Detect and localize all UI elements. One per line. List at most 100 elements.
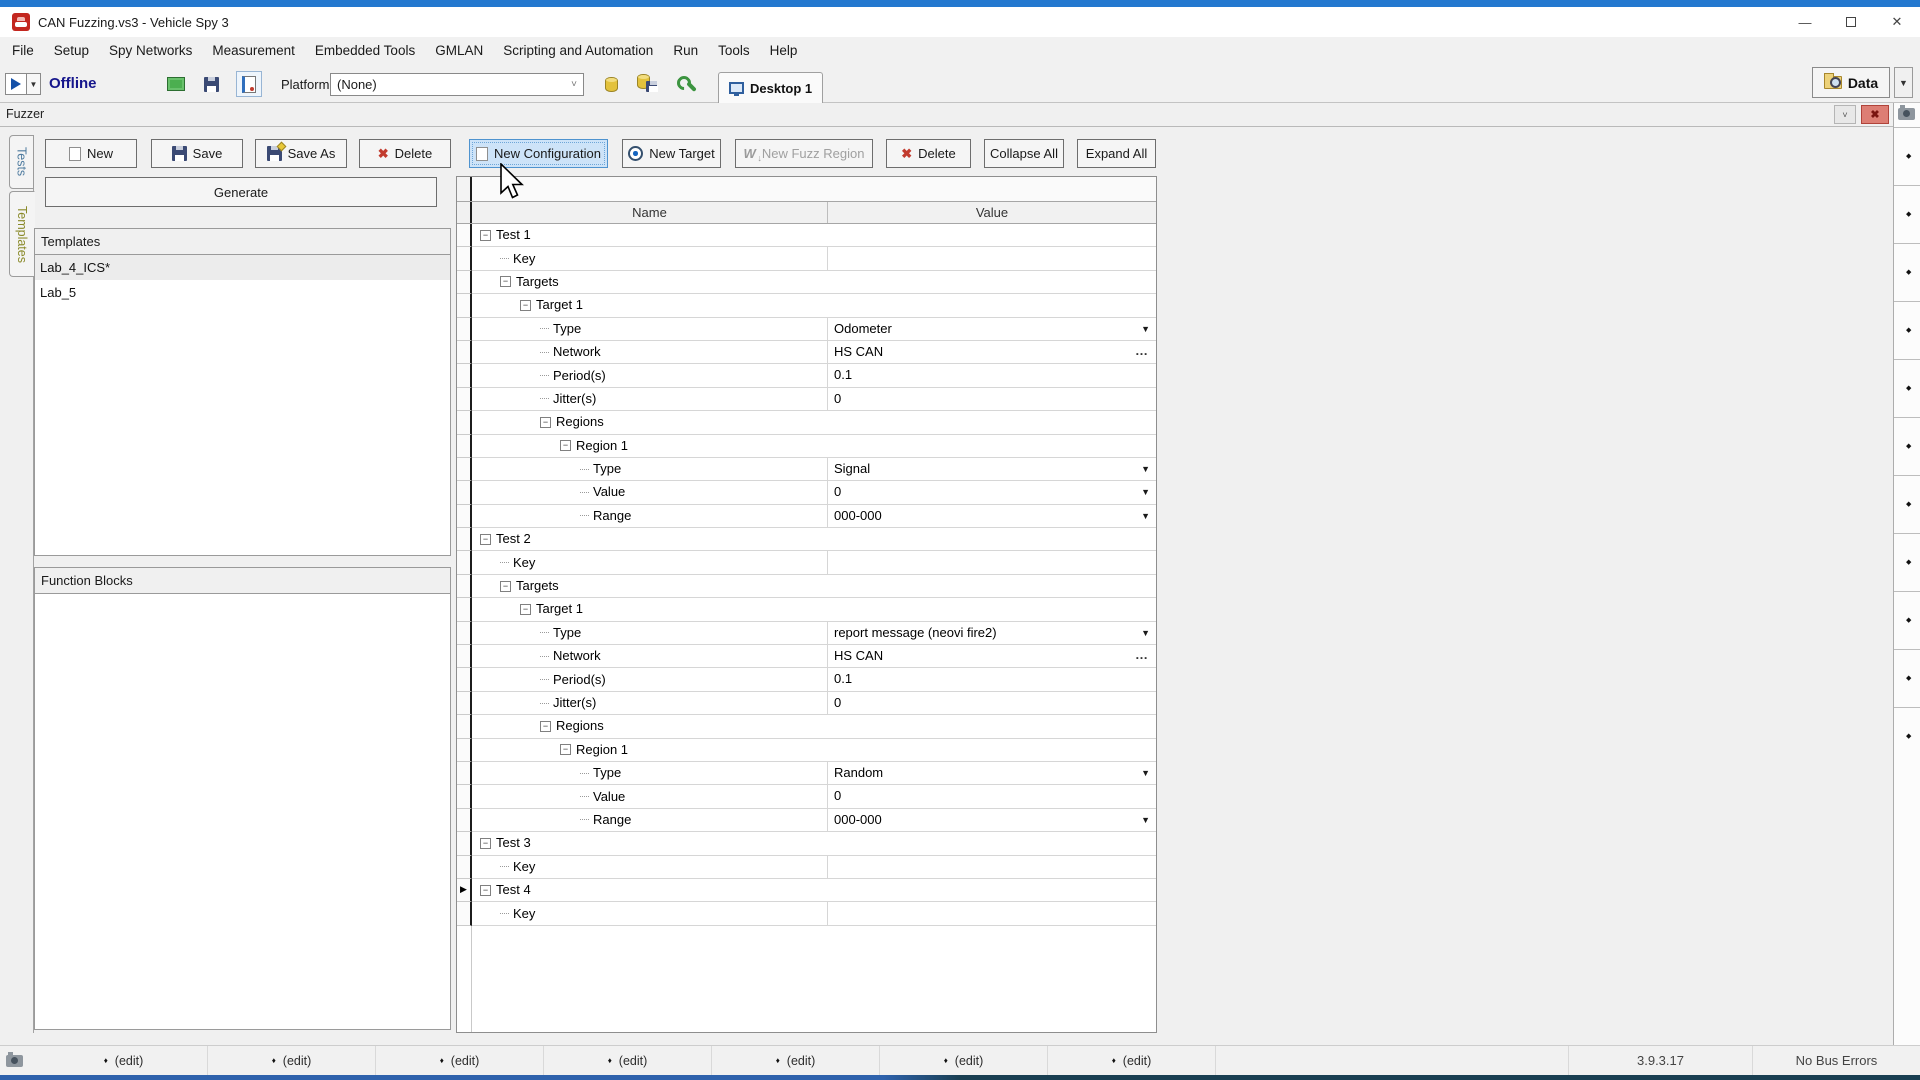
tree-name-cell[interactable]: Period(s) — [472, 668, 828, 691]
dock-strip-cell[interactable]: ◆ — [1894, 533, 1920, 591]
tree-row[interactable]: −Test 3 — [457, 832, 1156, 855]
tree-name-cell[interactable]: −Regions — [472, 715, 829, 738]
dropdown-arrow-icon[interactable]: ▼ — [1141, 458, 1150, 481]
database-save-button[interactable] — [634, 70, 660, 96]
tree-name-cell[interactable]: Type — [472, 318, 828, 341]
new-template-button[interactable]: New — [45, 139, 137, 168]
tree-row[interactable]: Jitter(s)0 — [457, 692, 1156, 715]
menu-item-run[interactable]: Run — [663, 37, 708, 64]
tree-value-cell[interactable]: 0 — [828, 388, 1156, 411]
save-as-template-button[interactable]: Save As — [255, 139, 347, 168]
tree-row[interactable]: Typereport message (neovi fire2)▼ — [457, 622, 1156, 645]
dropdown-arrow-icon[interactable]: ▼ — [1141, 481, 1150, 504]
tree-value-cell[interactable]: HS CAN… — [828, 645, 1156, 668]
tree-name-cell[interactable]: Jitter(s) — [472, 388, 828, 411]
tree-name-cell[interactable]: −Target 1 — [472, 598, 829, 621]
dock-strip-cell[interactable]: ◆ — [1894, 417, 1920, 475]
tree-name-cell[interactable]: Period(s) — [472, 364, 828, 387]
tree-name-cell[interactable]: Network — [472, 341, 828, 364]
tree-name-cell[interactable]: Type — [472, 622, 828, 645]
dock-strip-cell[interactable]: ◆ — [1894, 591, 1920, 649]
collapse-toggle-icon[interactable]: − — [480, 230, 491, 241]
column-header-name[interactable]: Name — [472, 202, 828, 223]
tree-name-cell[interactable]: −Test 3 — [472, 832, 829, 855]
tree-value-cell[interactable] — [829, 575, 1156, 598]
delete-template-button[interactable]: ✖ Delete — [359, 139, 451, 168]
tree-value-cell[interactable]: Odometer▼ — [828, 318, 1156, 341]
delete-configuration-button[interactable]: ✖ Delete — [886, 139, 971, 168]
tree-row[interactable]: NetworkHS CAN… — [457, 341, 1156, 364]
status-edit-segment[interactable]: ♦(edit) — [712, 1046, 880, 1075]
status-edit-segment[interactable]: ♦(edit) — [40, 1046, 208, 1075]
menu-item-spy-networks[interactable]: Spy Networks — [99, 37, 202, 64]
save-setup-button[interactable] — [198, 71, 224, 97]
tree-name-cell[interactable]: −Test 2 — [472, 528, 829, 551]
tree-row[interactable]: Key — [457, 856, 1156, 879]
tree-row[interactable]: −Test 1 — [457, 224, 1156, 247]
column-header-value[interactable]: Value — [828, 202, 1156, 223]
menu-item-setup[interactable]: Setup — [44, 37, 99, 64]
menu-item-tools[interactable]: Tools — [708, 37, 760, 64]
collapse-toggle-icon[interactable]: − — [540, 721, 551, 732]
menu-item-file[interactable]: File — [2, 37, 44, 64]
menu-item-scripting-and-automation[interactable]: Scripting and Automation — [493, 37, 663, 64]
tree-value-cell[interactable]: Signal▼ — [828, 458, 1156, 481]
tree-value-cell[interactable] — [829, 224, 1156, 247]
tab-desktop-1[interactable]: Desktop 1 — [718, 72, 823, 103]
tree-name-cell[interactable]: −Regions — [472, 411, 829, 434]
dock-strip-cell[interactable]: ◆ — [1894, 243, 1920, 301]
tree-name-cell[interactable]: Jitter(s) — [472, 692, 828, 715]
tree-name-cell[interactable]: Key — [472, 551, 828, 574]
tree-row[interactable]: NetworkHS CAN… — [457, 645, 1156, 668]
tree-value-cell[interactable] — [829, 411, 1156, 434]
pane-close-button[interactable]: ✖ — [1861, 105, 1889, 124]
dropdown-arrow-icon[interactable]: ▼ — [1141, 318, 1150, 341]
tree-value-cell[interactable]: report message (neovi fire2)▼ — [828, 622, 1156, 645]
save-template-button[interactable]: Save — [151, 139, 243, 168]
collapse-toggle-icon[interactable]: − — [500, 581, 511, 592]
generate-button[interactable]: Generate — [45, 177, 437, 207]
tree-row[interactable]: Jitter(s)0 — [457, 388, 1156, 411]
collapse-toggle-icon[interactable]: − — [520, 300, 531, 311]
dock-strip-cell[interactable]: ◆ — [1894, 127, 1920, 185]
collapse-toggle-icon[interactable]: − — [480, 885, 491, 896]
status-edit-segment[interactable]: ♦(edit) — [208, 1046, 376, 1075]
status-edit-segment[interactable]: ♦(edit) — [544, 1046, 712, 1075]
tree-row[interactable]: −Region 1 — [457, 435, 1156, 458]
platform-select[interactable]: (None) ˅ — [330, 73, 584, 96]
tree-row[interactable]: Key — [457, 902, 1156, 925]
tree-name-cell[interactable]: Type — [472, 762, 828, 785]
tree-value-cell[interactable] — [829, 879, 1156, 902]
tree-name-cell[interactable]: Key — [472, 856, 828, 879]
tree-value-cell[interactable] — [828, 902, 1156, 925]
tree-row[interactable]: TypeRandom▼ — [457, 762, 1156, 785]
tree-name-cell[interactable]: −Test 4 — [472, 879, 829, 902]
dock-strip-cell[interactable]: ◆ — [1894, 649, 1920, 707]
new-configuration-button[interactable]: New Configuration — [469, 139, 608, 168]
menu-item-help[interactable]: Help — [760, 37, 808, 64]
tree-row[interactable]: TypeOdometer▼ — [457, 318, 1156, 341]
dock-strip-cell[interactable]: ◆ — [1894, 359, 1920, 417]
tree-row[interactable]: ▶−Test 4 — [457, 879, 1156, 902]
tree-value-cell[interactable]: Random▼ — [828, 762, 1156, 785]
tree-value-cell[interactable]: 0▼ — [828, 481, 1156, 504]
collapse-toggle-icon[interactable]: − — [560, 440, 571, 451]
titlebar[interactable]: CAN Fuzzing.vs3 - Vehicle Spy 3 — ✕ — [0, 7, 1920, 37]
right-dock-strip[interactable]: ◆◆◆◆◆◆◆◆◆◆◆ — [1893, 103, 1920, 1045]
dock-strip-cell[interactable]: ◆ — [1894, 707, 1920, 765]
collapse-toggle-icon[interactable]: − — [480, 838, 491, 849]
collapse-toggle-icon[interactable]: − — [560, 744, 571, 755]
tree-value-cell[interactable] — [828, 856, 1156, 879]
tree-value-cell[interactable]: 0.1 — [828, 364, 1156, 387]
template-item[interactable]: Lab_4_ICS* — [35, 255, 450, 280]
run-button[interactable] — [5, 73, 27, 95]
tree-row[interactable]: −Test 2 — [457, 528, 1156, 551]
tree-name-cell[interactable]: Key — [472, 902, 828, 925]
browse-ellipsis-button[interactable]: … — [1135, 645, 1148, 665]
tree-name-cell[interactable]: Range — [472, 809, 828, 832]
status-edit-segment[interactable]: ♦(edit) — [1048, 1046, 1216, 1075]
tree-value-cell[interactable]: 000-000▼ — [828, 505, 1156, 528]
tree-name-cell[interactable]: −Targets — [472, 271, 829, 294]
tree-value-cell[interactable]: 0.1 — [828, 668, 1156, 691]
tree-row[interactable]: Range000-000▼ — [457, 809, 1156, 832]
